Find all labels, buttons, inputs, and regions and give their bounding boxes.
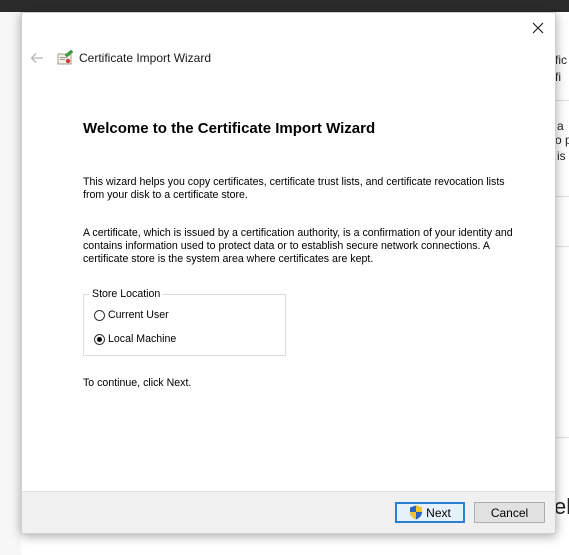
wizard-description: This wizard helps you copy certificates,… [83,176,505,201]
next-button-label: Next [426,505,451,520]
background-divider [556,437,569,438]
background-text-fragment: fi [556,70,561,84]
local-machine-label: Local Machine [108,333,177,345]
close-button[interactable] [521,13,555,43]
cancel-button[interactable]: Cancel [474,502,545,523]
back-button[interactable] [28,49,46,67]
close-icon [532,22,544,34]
background-divider [556,196,569,197]
store-location-legend: Store Location [89,288,164,300]
page-heading: Welcome to the Certificate Import Wizard [83,120,376,137]
local-machine-radio[interactable] [94,333,105,345]
window-title: Certificate Import Wizard [79,51,212,65]
background-window-left [0,12,21,555]
current-user-label: Current User [108,309,169,321]
background-divider [556,100,569,101]
certificate-import-wizard-dialog: Certificate Import Wizard Welcome to the… [21,12,556,534]
local-machine-option[interactable]: Local Machine [94,333,176,345]
certificate-explanation: A certificate, which is issued by a cert… [83,227,513,265]
background-text-fragment: o p [556,133,569,147]
cancel-button-label: Cancel [490,505,529,520]
continue-instruction: To continue, click Next. [83,377,192,389]
uac-shield-icon [410,505,423,520]
background-divider [556,246,569,247]
background-taskbar [0,0,569,12]
background-text-fragment: fic [556,53,567,67]
dialog-footer: Next Cancel [22,491,555,533]
back-arrow-icon [30,53,43,63]
next-button[interactable]: Next [395,502,465,523]
background-window-right: fic fi a o p is ele [556,12,569,555]
background-text-fragment: ele [556,494,569,519]
store-location-group: Store Location Current User Local Machin… [83,288,286,356]
certificate-icon [57,49,74,65]
background-text-fragment: a [557,119,564,133]
background-text-fragment: is [557,149,566,163]
current-user-option[interactable]: Current User [94,309,169,321]
current-user-radio[interactable] [94,309,105,321]
